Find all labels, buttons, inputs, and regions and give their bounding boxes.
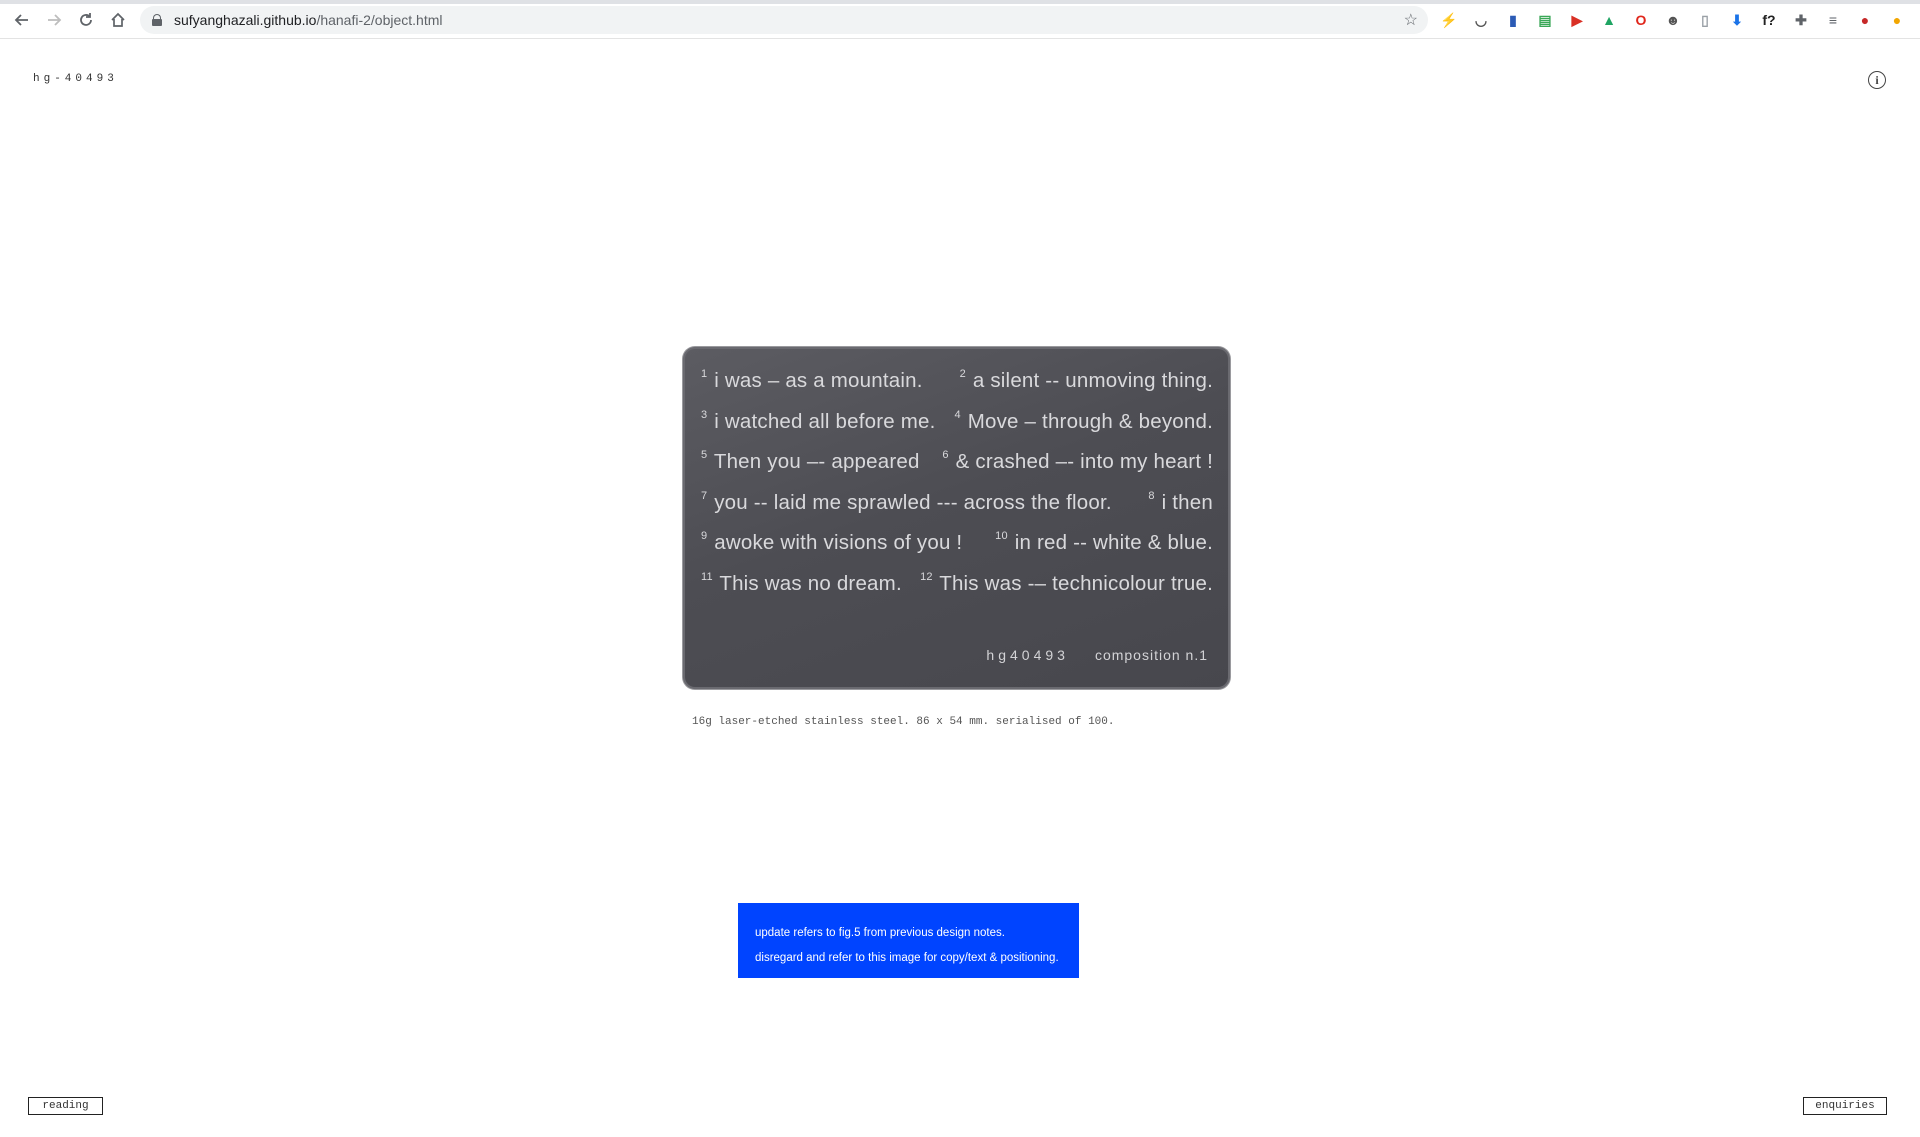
profile-avatar-icon[interactable]: ● [1854, 9, 1876, 31]
plate-line: 7 you -- laid me sprawled --- across the… [701, 489, 1213, 532]
verse-number: 5 [701, 449, 708, 462]
verse-number: 8 [1148, 489, 1155, 502]
forward-arrow-icon[interactable] [42, 8, 66, 32]
download-icon[interactable]: ⬇ [1726, 9, 1748, 31]
url-path: /hanafi-2/object.html [316, 12, 443, 28]
verse-segment: 1 i was – as a mountain. [701, 368, 923, 393]
opera-icon[interactable]: O [1630, 9, 1652, 31]
fontface-icon[interactable]: f? [1758, 9, 1780, 31]
verse-number: 4 [954, 408, 961, 421]
plate-composition: composition n.1 [1094, 647, 1208, 663]
plate-line: 1 i was – as a mountain. 2 a silent -- un… [701, 368, 1213, 410]
verse-text: you -- laid me sprawled --- across the f… [714, 490, 1112, 514]
verse-number: 9 [701, 530, 708, 543]
update-dot-icon[interactable]: ● [1886, 9, 1908, 31]
verse-text: a silent -- unmoving thing. [972, 369, 1213, 392]
tab-strip-edge [0, 0, 1920, 4]
reading-list-icon[interactable]: ≡ [1822, 9, 1844, 31]
verse-segment: 9 awoke with visions of you ! [701, 530, 963, 555]
plate-line: 5 Then you –- appeared 6 & crashed –- int… [701, 449, 1213, 491]
verse-text: Then you –- appeared [713, 450, 920, 473]
verse-number: 1 [701, 368, 708, 381]
url-text[interactable]: sufyanghazali.github.io/hanafi-2/object.… [174, 12, 443, 28]
verse-text: i watched all before me. [714, 409, 936, 433]
verse-text: awoke with visions of you ! [714, 531, 963, 554]
steel-plate-image: 1 i was – as a mountain. 2 a silent -- un… [683, 347, 1230, 689]
plate-line: 11 This was no dream. 12 This was -– tech… [701, 570, 1213, 613]
verse-number: 11 [701, 570, 713, 583]
video-icon[interactable]: ▶ [1566, 9, 1588, 31]
verse-text: Move – through & beyond. [967, 409, 1213, 433]
info-icon[interactable]: i [1868, 71, 1886, 89]
verse-segment: 6 & crashed –- into my heart ! [942, 449, 1213, 474]
verse-segment: 12 This was -– technicolour true. [920, 570, 1213, 596]
verse-text: i then [1161, 490, 1213, 514]
plate-line: 3 i watched all before me. 4 Move – throu… [701, 408, 1214, 451]
extensions-bar: ⚡ ◡ ▮ ▤ ▶ ▲ O ☻ ▯ ⬇ f? ✚ ≡ ● ● [1438, 8, 1908, 32]
printer-icon[interactable]: ▤ [1534, 9, 1556, 31]
address-bar[interactable]: sufyanghazali.github.io/hanafi-2/object.… [140, 6, 1428, 34]
puzzle-icon[interactable]: ✚ [1790, 9, 1812, 31]
verse-text: in red -- white & blue. [1014, 531, 1213, 554]
browser-toolbar: sufyanghazali.github.io/hanafi-2/object.… [0, 0, 1920, 39]
reading-button[interactable]: reading [28, 1097, 103, 1115]
verse-number: 7 [701, 489, 708, 502]
verse-number: 6 [942, 449, 949, 462]
verse-number: 10 [995, 530, 1008, 543]
verse-number: 2 [959, 368, 966, 381]
verse-text: & crashed –- into my heart ! [955, 450, 1213, 473]
page-icon[interactable]: ▯ [1694, 9, 1716, 31]
verse-segment: 5 Then you –- appeared [701, 449, 920, 474]
verse-segment: 11 This was no dream. [701, 570, 902, 596]
serial-tag: hg-40493 [33, 73, 118, 85]
plate-footer: hg40493 composition n.1 [986, 647, 1208, 663]
note-line-2: disregard and refer to this image for co… [755, 952, 1059, 964]
note-line-1: update refers to fig.5 from previous des… [755, 927, 1005, 939]
verse-text: i was – as a mountain. [714, 369, 923, 392]
verse-segment: 8 i then [1148, 489, 1213, 515]
verse-number: 3 [701, 408, 708, 421]
lock-icon[interactable] [152, 14, 162, 26]
bolt-icon[interactable]: ⚡ [1438, 9, 1460, 31]
object-caption: 16g laser-etched stainless steel. 86 x 5… [692, 716, 1115, 728]
pocket-icon[interactable]: ◡ [1470, 9, 1492, 31]
back-arrow-icon[interactable] [10, 8, 34, 32]
verse-text: This was no dream. [719, 571, 902, 595]
verse-number: 12 [920, 570, 933, 583]
drive-icon[interactable]: ▲ [1598, 9, 1620, 31]
verse-segment: 3 i watched all before me. [701, 408, 936, 434]
verse-segment: 10 in red -- white & blue. [995, 530, 1213, 555]
verse-segment: 4 Move – through & beyond. [954, 408, 1214, 434]
reload-icon[interactable] [74, 8, 98, 32]
verse-text: This was -– technicolour true. [939, 571, 1213, 595]
book-icon[interactable]: ▮ [1502, 9, 1524, 31]
skull-icon[interactable]: ☻ [1662, 9, 1684, 31]
verse-segment: 2 a silent -- unmoving thing. [959, 368, 1213, 393]
plate-verse: 1 i was – as a mountain. 2 a silent -- un… [701, 368, 1214, 613]
plate-line: 9 awoke with visions of you ! 10 in red -… [701, 530, 1213, 572]
enquiries-button[interactable]: enquiries [1803, 1097, 1887, 1115]
verse-segment: 7 you -- laid me sprawled --- across the… [701, 489, 1112, 515]
url-host: sufyanghazali.github.io [174, 12, 317, 28]
plate-serial: hg40493 [986, 647, 1069, 663]
home-icon[interactable] [106, 8, 130, 32]
design-note-box: update refers to fig.5 from previous des… [738, 903, 1079, 978]
bookmark-star-icon[interactable]: ☆ [1404, 10, 1418, 30]
